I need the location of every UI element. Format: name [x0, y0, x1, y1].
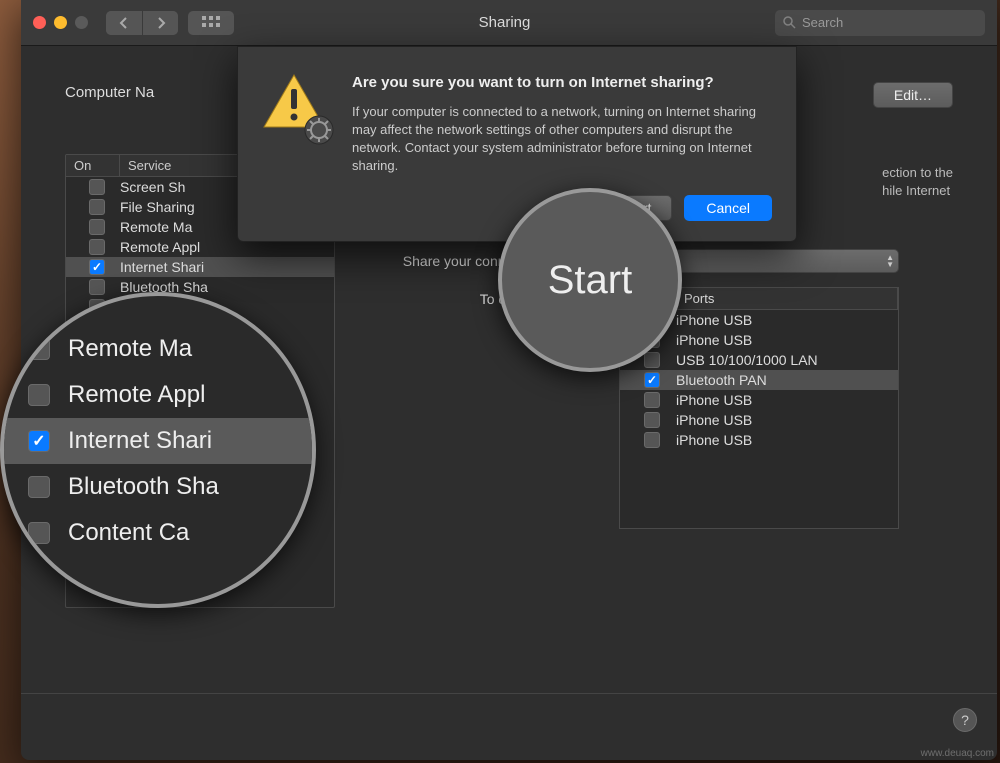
window-controls [33, 16, 88, 29]
search-field[interactable]: Search [775, 10, 985, 36]
close-window-button[interactable] [33, 16, 46, 29]
show-all-button[interactable] [188, 11, 234, 35]
services-header-on: On [66, 155, 120, 177]
magnified-checkbox [28, 476, 50, 498]
footer-bar: ? [21, 693, 997, 746]
edit-button[interactable]: Edit… [873, 82, 953, 108]
magnifier-services: Remote Ma Remote Appl Internet Shari Blueto… [0, 292, 316, 608]
magnified-service-row: Content Ca [4, 510, 312, 556]
status-sub-1: ection to the [882, 165, 953, 180]
magnified-checkbox [28, 522, 50, 544]
port-row[interactable]: iPhone USB [620, 410, 898, 430]
port-label: iPhone USB [676, 312, 890, 328]
magnifier-start: Start [498, 188, 682, 372]
zoom-window-button[interactable] [75, 16, 88, 29]
magnified-label: Remote Appl [68, 381, 205, 409]
titlebar: Sharing Search [21, 0, 997, 46]
service-checkbox[interactable] [89, 219, 105, 235]
port-label: iPhone USB [676, 332, 890, 348]
port-checkbox[interactable] [644, 352, 660, 368]
back-button[interactable] [106, 11, 142, 35]
service-checkbox[interactable] [89, 279, 105, 295]
magnified-label: Content Ca [68, 519, 189, 547]
dialog-title: Are you sure you want to turn on Interne… [352, 73, 772, 93]
magnified-service-row: Remote Appl [4, 372, 312, 418]
magnified-checkbox [28, 430, 50, 452]
nav-back-forward [106, 11, 178, 35]
dialog-message: If your computer is connected to a netwo… [352, 103, 772, 176]
port-label: iPhone USB [676, 412, 890, 428]
magnified-label: Remote Ma [68, 335, 192, 363]
service-checkbox[interactable] [89, 239, 105, 255]
port-checkbox[interactable] [644, 372, 660, 388]
magnified-label: Bluetooth Sha [68, 473, 219, 501]
magnified-label: Internet Shari [68, 427, 212, 455]
service-label: Internet Shari [120, 259, 326, 275]
port-checkbox[interactable] [644, 412, 660, 428]
port-label: Bluetooth PAN [676, 372, 890, 388]
chevron-updown-icon: ▲▼ [886, 254, 894, 268]
search-icon [783, 16, 796, 29]
ports-header-ports: Ports [676, 288, 898, 310]
service-checkbox[interactable] [89, 259, 105, 275]
cancel-button[interactable]: Cancel [684, 195, 772, 221]
warning-icon [262, 73, 332, 143]
port-checkbox[interactable] [644, 432, 660, 448]
minimize-window-button[interactable] [54, 16, 67, 29]
magnified-service-row: Internet Shari [4, 418, 312, 464]
port-row[interactable]: Bluetooth PAN [620, 370, 898, 390]
window-title: Sharing [234, 14, 775, 31]
forward-button[interactable] [142, 11, 178, 35]
share-from-label: Share your conne [403, 253, 514, 269]
service-row[interactable]: Internet Shari [66, 257, 334, 277]
magnifier-start-label: Start [548, 258, 632, 303]
magnified-service-row: Bluetooth Sha [4, 464, 312, 510]
port-label: iPhone USB [676, 392, 890, 408]
port-row[interactable]: USB 10/100/1000 LAN [620, 350, 898, 370]
port-label: iPhone USB [676, 432, 890, 448]
port-row[interactable]: iPhone USB [620, 430, 898, 450]
service-row[interactable]: Bluetooth Sha [66, 277, 334, 297]
search-placeholder: Search [802, 15, 843, 30]
service-checkbox[interactable] [89, 199, 105, 215]
help-button[interactable]: ? [953, 708, 977, 732]
confirm-dialog: Are you sure you want to turn on Interne… [237, 46, 797, 242]
gear-icon [304, 115, 334, 145]
service-checkbox[interactable] [89, 179, 105, 195]
computer-name-label: Computer Na [65, 82, 154, 101]
status-sub-2: hile Internet [882, 183, 950, 198]
watermark: www.deuaq.com [921, 748, 994, 759]
port-row[interactable]: iPhone USB [620, 390, 898, 410]
port-label: USB 10/100/1000 LAN [676, 352, 890, 368]
port-checkbox[interactable] [644, 392, 660, 408]
magnified-checkbox [28, 384, 50, 406]
